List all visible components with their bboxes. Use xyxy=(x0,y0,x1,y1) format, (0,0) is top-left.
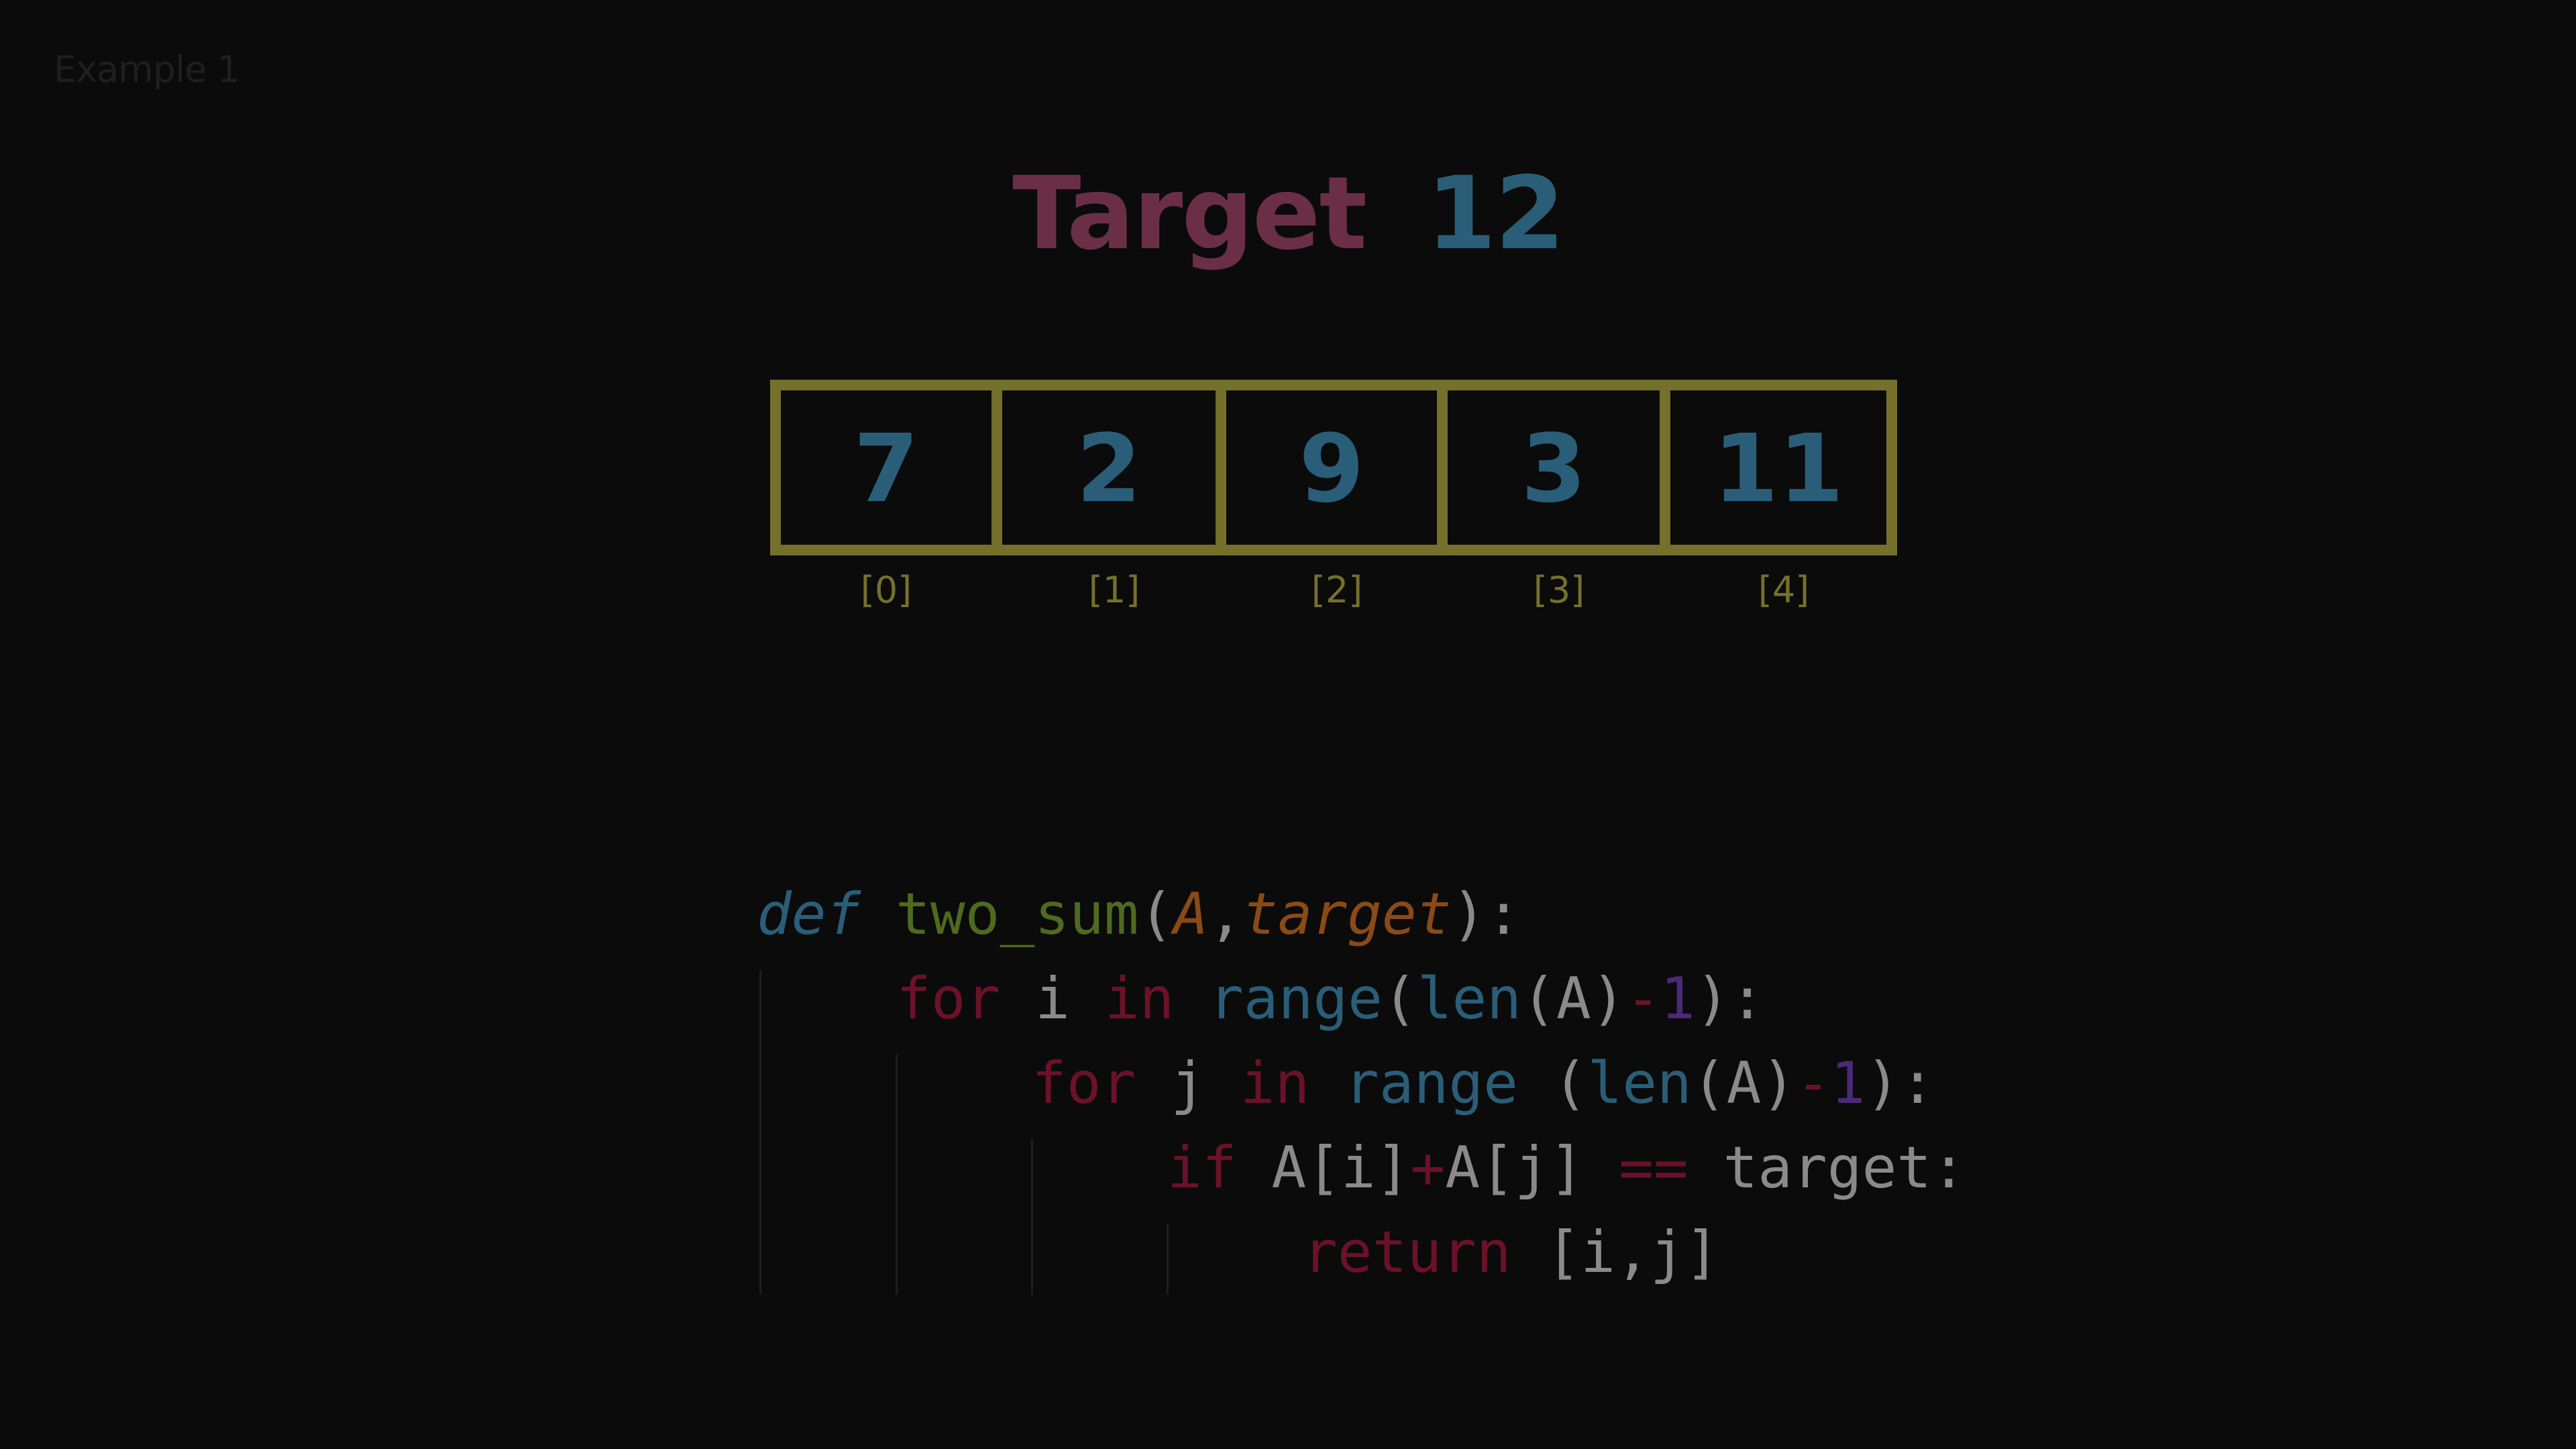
code-token: in xyxy=(1104,965,1175,1032)
array-cell-1: 2 xyxy=(1002,380,1226,555)
code-token: i xyxy=(1000,965,1105,1032)
slide: Example 1 Target 12 7 2 9 3 11 [0] [1] [2… xyxy=(0,0,2576,1449)
code-token: len xyxy=(1417,965,1522,1032)
array-indices: [0] [1] [2] [3] [4] xyxy=(770,569,1897,611)
code-token: target xyxy=(1242,881,1452,948)
array-cell-2: 9 xyxy=(1226,380,1448,555)
code-token: == xyxy=(1619,1134,1688,1201)
code-line-if: if A[i]+A[j] == target: xyxy=(1167,1126,1966,1210)
code-token: len xyxy=(1587,1050,1692,1117)
array-index-label: [2] xyxy=(1311,569,1363,611)
array-index-label: [4] xyxy=(1758,569,1810,611)
indent-guide xyxy=(896,1055,898,1295)
code-token: (A) xyxy=(1691,1050,1796,1117)
code-token: range xyxy=(1209,965,1383,1032)
example-label: Example 1 xyxy=(54,48,240,91)
code-token: ( xyxy=(1517,1050,1588,1117)
code-token: def xyxy=(757,881,861,948)
code-token: 1 xyxy=(1830,1050,1866,1117)
code-line-for-i: for i in range(len(A)-1): xyxy=(896,957,1765,1041)
code-token: ): xyxy=(1865,1050,1935,1117)
array-cell-value: 2 xyxy=(1076,414,1142,524)
array-cell-3: 3 xyxy=(1448,380,1670,555)
array-cell-value: 9 xyxy=(1299,414,1364,524)
code-token: , xyxy=(1208,881,1243,948)
code-token: - xyxy=(1625,965,1661,1032)
code-token: two_sum xyxy=(896,881,1139,948)
code-token: ): xyxy=(1695,965,1765,1032)
code-token: for xyxy=(896,965,1001,1032)
code-token: A xyxy=(1173,881,1209,948)
indent-guide xyxy=(1167,1224,1169,1295)
code-token: in xyxy=(1240,1050,1310,1117)
code-token: ): xyxy=(1451,881,1521,948)
code-token: + xyxy=(1410,1134,1446,1201)
target-title: Target 12 xyxy=(0,156,2576,272)
code-token: ( xyxy=(1138,881,1174,948)
code-token: target: xyxy=(1688,1134,1966,1201)
code-token: (A) xyxy=(1521,965,1626,1032)
array-index-label: [3] xyxy=(1533,569,1585,611)
array-index-label: [1] xyxy=(1088,569,1140,611)
code-token: ( xyxy=(1382,965,1417,1032)
code-line-def: def two_sum(A,target): xyxy=(757,872,1521,957)
code-token: 1 xyxy=(1660,965,1695,1032)
code-token: A[i] xyxy=(1236,1134,1411,1201)
code-token: - xyxy=(1796,1050,1831,1117)
code-line-return: return [i,j] xyxy=(1303,1210,1719,1295)
array-cell-value: 3 xyxy=(1521,414,1587,524)
indent-guide xyxy=(759,970,761,1295)
code-token: if xyxy=(1167,1134,1237,1201)
indent-guide xyxy=(1031,1139,1033,1295)
array-cell-0: 7 xyxy=(770,380,1002,555)
code-token: [i,j] xyxy=(1511,1219,1720,1286)
array-boxes: 7 2 9 3 11 xyxy=(770,380,1897,555)
code-token: range xyxy=(1344,1050,1518,1117)
array-cell-value: 7 xyxy=(853,414,919,524)
code-token: A[j] xyxy=(1445,1134,1619,1201)
code-token: j xyxy=(1136,1050,1240,1117)
array-cell-value: 11 xyxy=(1713,414,1844,524)
code-line-for-j: for j in range (len(A)-1): xyxy=(1032,1041,1935,1126)
target-value: 12 xyxy=(1426,156,1565,272)
array-cell-4: 11 xyxy=(1670,380,1897,555)
code-token: return xyxy=(1303,1219,1511,1286)
array-index-label: [0] xyxy=(860,569,912,611)
code-token: for xyxy=(1032,1050,1136,1117)
target-word: Target xyxy=(1012,156,1367,272)
